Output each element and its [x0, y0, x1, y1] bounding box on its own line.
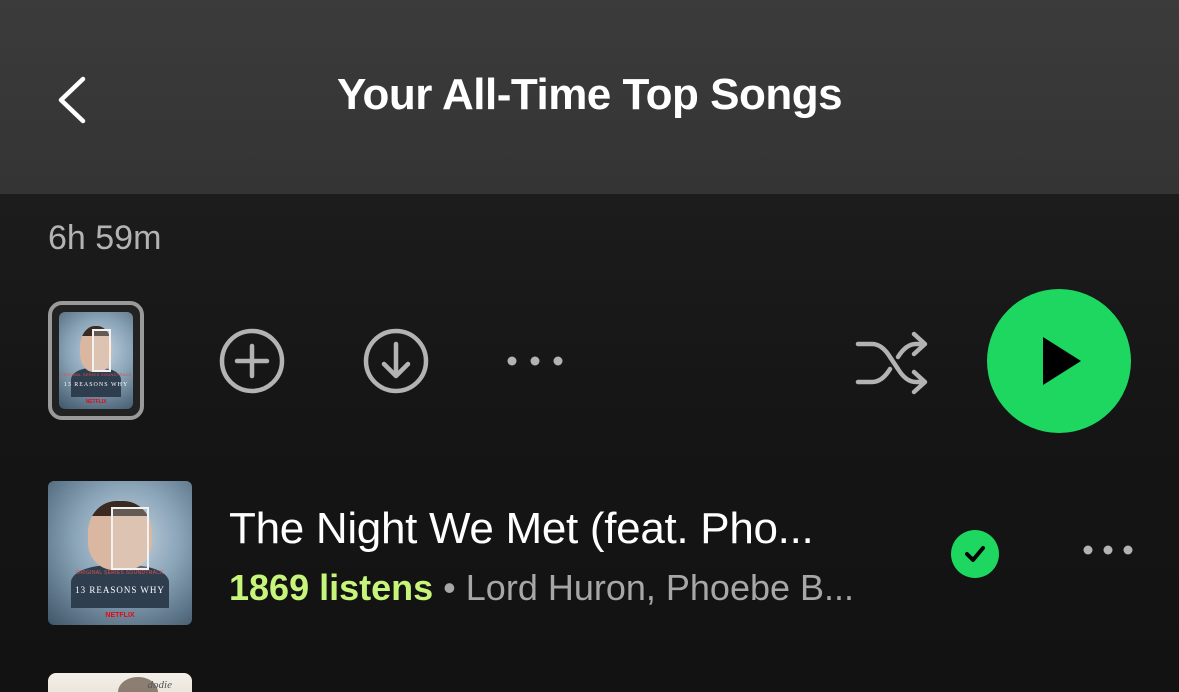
cover-text: dodie [147, 679, 172, 691]
track-meta: 1869 listens • Lord Huron, Phoebe B... [229, 567, 854, 609]
cover-network: NETFLIX [85, 399, 107, 406]
play-icon [1043, 337, 1081, 385]
track-artists: Lord Huron, Phoebe B... [465, 567, 855, 608]
playlist-cover-art: ORIGINAL SERIES SOUNDTRACK 13 REASONS WH… [59, 312, 133, 409]
page-title: Your All-Time Top Songs [336, 70, 843, 119]
track-more-button[interactable] [1078, 534, 1138, 571]
more-horizontal-icon [507, 356, 563, 366]
header: Your All-Time Top Songs [0, 0, 1179, 194]
app: Your All-Time Top Songs 6h 59m ORIGINAL … [0, 0, 1179, 692]
download-button[interactable] [362, 327, 430, 395]
downloaded-indicator [951, 530, 999, 578]
playlist-duration: 6h 59m [48, 219, 162, 257]
cover-brand: 13 REASONS WHY [63, 381, 129, 388]
shuffle-icon [855, 331, 928, 395]
cover-polaroid [91, 329, 111, 373]
track-cover-image: ORIGINAL SERIES SOUNDTRACK 13 REASONS WH… [48, 481, 192, 625]
more-options-button[interactable] [500, 344, 570, 378]
add-button[interactable] [218, 327, 286, 395]
listen-count: 1869 listens [229, 567, 434, 608]
more-horizontal-icon [1083, 545, 1133, 555]
cover-polaroid [111, 506, 149, 571]
track-cover-art: ORIGINAL SERIES SOUNDTRACK 13 REASONS WH… [48, 481, 192, 625]
next-track-cover-art[interactable]: dodie [48, 673, 192, 692]
cover-subtitle: ORIGINAL SERIES SOUNDTRACK [76, 570, 164, 577]
cover-subtitle: ORIGINAL SERIES SOUNDTRACK [60, 372, 132, 378]
download-circle-icon [363, 328, 429, 394]
meta-separator: • [443, 567, 456, 608]
check-icon [965, 546, 985, 562]
shuffle-button[interactable] [854, 329, 930, 395]
plus-circle-icon [219, 328, 285, 394]
track-title: The Night We Met (feat. Pho... [229, 504, 814, 553]
cover-brand: 13 REASONS WHY [75, 584, 165, 595]
cover-network: NETFLIX [105, 612, 135, 620]
play-button[interactable] [987, 289, 1131, 433]
playlist-cover-button[interactable]: ORIGINAL SERIES SOUNDTRACK 13 REASONS WH… [48, 301, 144, 420]
track-row[interactable]: ORIGINAL SERIES SOUNDTRACK 13 REASONS WH… [0, 470, 1179, 630]
